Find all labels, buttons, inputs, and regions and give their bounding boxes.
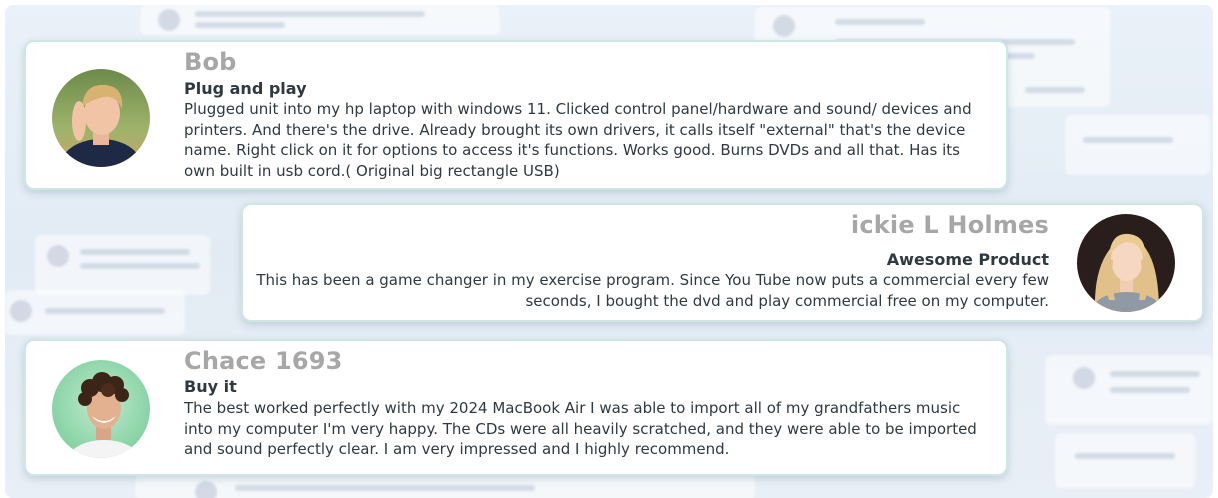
background-card [1065,115,1210,175]
review-body: This has been a game changer in my exerc… [256,271,1049,310]
review-title: Plug and play [184,79,307,98]
review-body: The best worked perfectly with my 2024 M… [184,399,977,458]
review-title: Buy it [184,377,237,396]
young-woman-blonde-avatar-icon [1077,214,1175,312]
young-man-blond-avatar-icon [52,69,150,167]
review-card: Bob Plug and play Plugged unit into my h… [24,40,1008,190]
reviewer-name: Chace 1693 [184,347,343,375]
background-card [1055,433,1195,488]
curly-hair-man-avatar-icon [52,360,150,458]
review-card: Chace 1693 Buy it The best worked perfec… [24,339,1008,476]
review-body: Plugged unit into my hp laptop with wind… [184,100,972,180]
reviewer-name: Bob [184,48,237,76]
background-card [1045,355,1213,425]
reviewer-avatar [1077,214,1175,312]
background-card [35,235,210,295]
background-card [5,290,185,335]
review-card: ickie L Holmes Awesome Product This has … [241,203,1204,322]
background-card [140,5,500,35]
reviewer-name: ickie L Holmes [850,211,1049,239]
reviewer-avatar [52,360,150,458]
background-card [135,475,755,498]
reviewer-avatar [52,69,150,167]
review-title: Awesome Product [886,250,1049,269]
